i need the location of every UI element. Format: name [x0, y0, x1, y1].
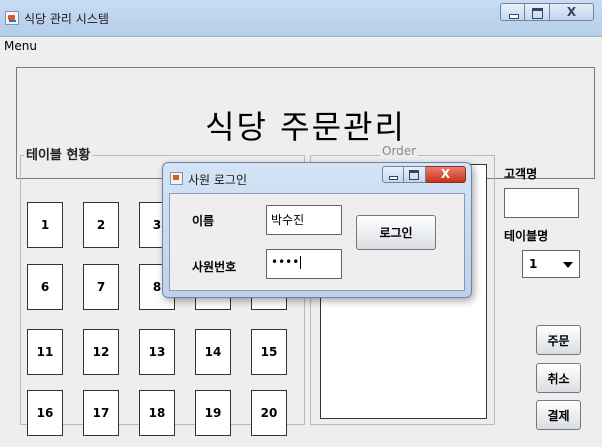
table-button-6[interactable]: 6 — [27, 264, 63, 310]
table-button-20[interactable]: 20 — [251, 390, 287, 436]
login-dialog: 사원 로그인 X 이름 박수진 사원번호 •••• 로그인 — [162, 162, 472, 298]
window-title: 식당 관리 시스템 — [24, 12, 109, 26]
dialog-maximize-button[interactable] — [404, 166, 426, 183]
window-controls: X — [500, 3, 594, 21]
employee-id-input[interactable]: •••• — [266, 249, 342, 279]
table-button-16[interactable]: 16 — [27, 390, 63, 436]
table-button-7[interactable]: 7 — [83, 264, 119, 310]
dialog-window-controls: X — [382, 166, 466, 183]
menu-bar: Menu — [0, 37, 602, 55]
name-input[interactable]: 박수진 — [266, 205, 342, 235]
dialog-close-button[interactable]: X — [426, 166, 466, 183]
employee-id-label: 사원번호 — [192, 260, 237, 274]
window-titlebar[interactable]: 식당 관리 시스템 X — [0, 0, 602, 36]
customer-name-input[interactable] — [504, 188, 579, 218]
close-icon: X — [440, 167, 451, 181]
order-group-label: Order — [380, 144, 419, 158]
menu-item-menu[interactable]: Menu — [4, 39, 37, 53]
minimize-icon — [389, 176, 398, 180]
minimize-button[interactable] — [500, 3, 525, 21]
table-button-11[interactable]: 11 — [27, 329, 63, 375]
login-button[interactable]: 로그인 — [356, 215, 436, 250]
main-window: 식당 관리 시스템 X Menu 식당 주문관리 테이블 현황 12345678… — [0, 0, 602, 447]
table-button-17[interactable]: 17 — [83, 390, 119, 436]
page-title: 식당 주문관리 — [205, 108, 406, 146]
close-button[interactable]: X — [550, 3, 594, 21]
dialog-minimize-button[interactable] — [382, 166, 404, 183]
table-status-label: 테이블 현황 — [24, 144, 93, 163]
pay-button[interactable]: 결제 — [536, 400, 581, 430]
name-input-value: 박수진 — [271, 213, 305, 227]
dialog-title: 사원 로그인 — [188, 173, 248, 187]
order-button[interactable]: 주문 — [536, 325, 581, 355]
login-form: 이름 박수진 사원번호 •••• 로그인 — [169, 193, 465, 291]
table-button-18[interactable]: 18 — [139, 390, 175, 436]
table-button-12[interactable]: 12 — [83, 329, 119, 375]
table-button-13[interactable]: 13 — [139, 329, 175, 375]
name-label: 이름 — [192, 214, 215, 228]
table-select-value: 1 — [529, 257, 538, 271]
table-button-1[interactable]: 1 — [27, 202, 63, 248]
table-button-19[interactable]: 19 — [195, 390, 231, 436]
maximize-icon — [409, 170, 419, 180]
maximize-button[interactable] — [525, 3, 550, 21]
close-icon: X — [566, 5, 577, 19]
customer-name-label: 고객명 — [504, 167, 538, 181]
java-app-icon — [170, 172, 183, 185]
chevron-down-icon[interactable] — [563, 262, 573, 268]
table-button-14[interactable]: 14 — [195, 329, 231, 375]
maximize-icon — [532, 8, 543, 19]
table-select[interactable]: 1 — [522, 250, 580, 278]
table-name-label: 테이블명 — [504, 229, 549, 243]
minimize-icon — [509, 14, 519, 19]
table-button-2[interactable]: 2 — [83, 202, 119, 248]
java-app-icon — [5, 11, 19, 25]
table-button-15[interactable]: 15 — [251, 329, 287, 375]
text-caret — [300, 256, 302, 269]
employee-id-value: •••• — [271, 255, 300, 269]
cancel-button[interactable]: 취소 — [536, 363, 581, 393]
